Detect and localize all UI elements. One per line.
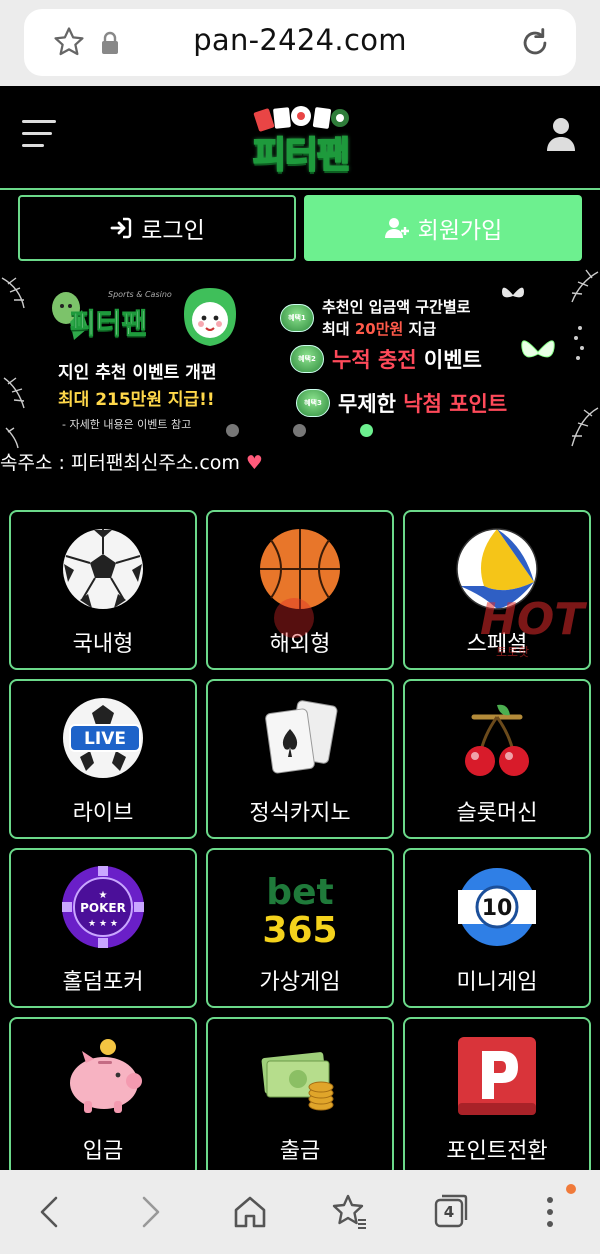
- promo-max-amount: 최대 215만원 지급!!: [58, 390, 215, 410]
- menu-tile-slots[interactable]: 슬롯머신: [403, 679, 591, 839]
- menu-label: 국내형: [72, 632, 134, 657]
- menu-label: 슬롯머신: [456, 801, 538, 826]
- signup-label: 회원가입: [417, 218, 503, 244]
- butterfly-icon: [521, 340, 555, 358]
- svg-text:365: 365: [262, 910, 337, 950]
- address-ticker: 속주소 : 피터팬최신주소.com ♥: [0, 448, 600, 478]
- svg-text:LIVE: LIVE: [84, 729, 126, 749]
- carousel-dot-3[interactable]: [360, 424, 373, 437]
- menu-tile-casino[interactable]: 정식카지노: [206, 679, 394, 839]
- bet365-icon: bet365: [262, 872, 337, 950]
- menu-tile-live[interactable]: LIVE 라이브: [9, 679, 197, 839]
- svg-text:10: 10: [482, 896, 513, 921]
- piggy-bank-icon: [70, 1039, 142, 1113]
- promo-logo-sub: Sports & Casino: [108, 290, 172, 299]
- svg-text:bet: bet: [266, 872, 333, 913]
- address-bar[interactable]: pan-2424.com: [24, 9, 576, 76]
- promo-logo-text: 피터팬: [69, 307, 148, 341]
- svg-text:★: ★: [99, 890, 108, 901]
- carousel-dots: [0, 424, 600, 440]
- forward-icon[interactable]: [130, 1192, 170, 1232]
- notification-dot: [566, 1184, 576, 1194]
- browser-top-bar: pan-2424.com: [0, 0, 600, 86]
- benefit-badge: 혜택2: [290, 345, 324, 373]
- menu-tile-special[interactable]: 스페셜: [403, 510, 591, 670]
- svg-text:★ ★ ★: ★ ★ ★: [88, 919, 118, 929]
- menu-tile-holdem[interactable]: POKER ★ ★ ★ ★ 홀덤포커: [9, 848, 197, 1008]
- cash-coins-icon: [261, 1052, 334, 1111]
- menu-tile-virtual[interactable]: bet 365 가상게임: [206, 848, 394, 1008]
- mascot-icon: [184, 288, 236, 346]
- menu-tile-withdraw[interactable]: 출금: [206, 1017, 394, 1177]
- menu-label: 라이브: [72, 801, 134, 826]
- benefit-3: 혜택3 무제한 낙첨 포인트: [296, 388, 507, 418]
- menu-label: 출금: [279, 1139, 321, 1164]
- menu-label: 미니게임: [456, 970, 538, 995]
- menu-label: 입금: [82, 1139, 124, 1164]
- more-menu-icon[interactable]: [530, 1192, 570, 1232]
- benefit-2: 혜택2 누적 충전 이벤트: [290, 344, 482, 374]
- benefit-badge: 혜택3: [296, 389, 330, 417]
- benefit-2-text: 이벤트: [416, 348, 482, 372]
- carousel-dot-2[interactable]: [293, 424, 306, 437]
- browser-bottom-nav: 4: [0, 1170, 600, 1254]
- benefit-3-highlight: 낙첨 포인트: [403, 392, 508, 416]
- menu-label: 해외형: [269, 632, 331, 657]
- tabs-icon[interactable]: 4: [430, 1192, 470, 1232]
- logo-text: 피터팬: [252, 134, 351, 177]
- menu-tile-points[interactable]: 포인트전환: [403, 1017, 591, 1177]
- benefit-1-post: 지급: [403, 320, 437, 338]
- playing-cards-icon: [265, 700, 338, 774]
- benefit-1-pre: 최대: [322, 320, 355, 338]
- menu-label: 홀덤포커: [62, 970, 144, 995]
- user-icon[interactable]: [546, 116, 576, 152]
- login-label: 로그인: [141, 218, 205, 244]
- menu-icon[interactable]: [22, 120, 56, 150]
- menu-label: 정식카지노: [249, 801, 351, 826]
- tab-count: 4: [443, 1203, 455, 1221]
- sign-in-icon: [110, 217, 132, 239]
- benefit-1-amount: 20만원: [354, 320, 404, 338]
- poker-chip-icon: POKER★ ★ ★ ★: [62, 866, 144, 948]
- svg-text:POKER: POKER: [80, 901, 126, 915]
- basketball-icon: [260, 529, 340, 609]
- benefit-1-line1: 추천인 입금액 구간별로: [322, 298, 471, 316]
- live-ball-icon: LIVE: [63, 698, 143, 778]
- benefit-3-text: 무제한: [338, 392, 404, 416]
- back-icon[interactable]: [30, 1192, 70, 1232]
- home-icon[interactable]: [230, 1192, 270, 1232]
- ticker-text: 속주소 : 피터팬최신주소.com: [0, 452, 240, 474]
- signup-button[interactable]: 회원가입: [304, 195, 582, 261]
- menu-tile-overseas[interactable]: 해외형: [206, 510, 394, 670]
- bookmark-star-icon[interactable]: [52, 25, 86, 59]
- menu-label: 스페셜: [466, 632, 528, 657]
- lock-icon: [102, 31, 118, 54]
- heart-icon: ♥: [245, 452, 263, 474]
- reload-icon[interactable]: [518, 26, 552, 60]
- bookmarks-icon[interactable]: [330, 1192, 370, 1232]
- soccer-ball-icon: [63, 529, 143, 609]
- menu-tile-deposit[interactable]: 입금: [9, 1017, 197, 1177]
- benefit-2-highlight: 누적 충전: [332, 348, 417, 372]
- login-button[interactable]: 로그인: [18, 195, 296, 261]
- lottery-ball-icon: 10: [458, 868, 536, 946]
- carousel-dot-1[interactable]: [226, 424, 239, 437]
- menu-label: 가상게임: [259, 970, 341, 995]
- promo-headline: 지인 추천 이벤트 개편: [58, 363, 217, 383]
- menu-tile-domestic[interactable]: 국내형: [9, 510, 197, 670]
- benefit-badge: 혜택1: [280, 304, 314, 332]
- add-user-icon: [384, 218, 409, 238]
- menu-label: 포인트전환: [446, 1139, 548, 1164]
- site-logo[interactable]: 피터팬: [236, 104, 366, 177]
- menu-tile-minigame[interactable]: 10 미니게임: [403, 848, 591, 1008]
- butterfly-icon: [502, 287, 524, 298]
- parking-p-icon: [458, 1037, 536, 1115]
- cherries-icon: [465, 704, 529, 776]
- volleyball-icon: [456, 528, 538, 610]
- benefit-1: 혜택1 추천인 입금액 구간별로 최대 20만원 지급: [280, 296, 470, 340]
- site-header: 피터팬: [0, 86, 600, 190]
- url-text[interactable]: pan-2424.com: [134, 23, 466, 57]
